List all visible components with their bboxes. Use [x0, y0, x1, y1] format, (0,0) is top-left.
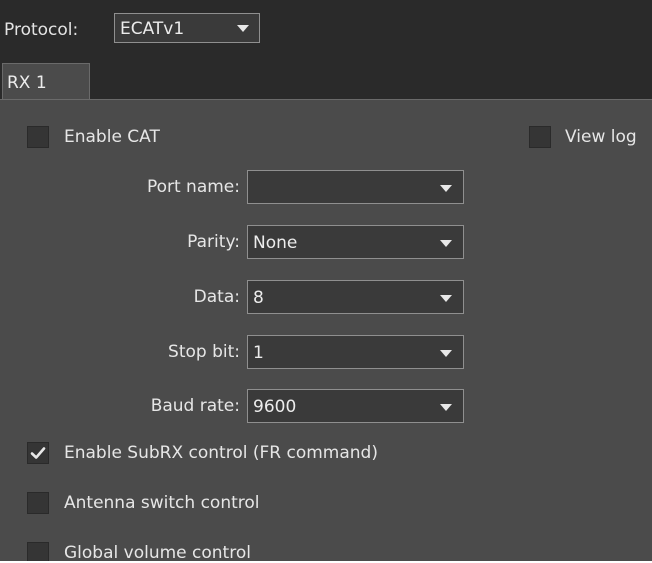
- stop-bit-label: Stop bit:: [168, 342, 240, 362]
- protocol-label: Protocol:: [4, 20, 79, 40]
- tab-rx1-label: RX 1: [7, 73, 47, 93]
- chevron-down-icon: [440, 350, 452, 357]
- chevron-down-icon: [440, 185, 452, 192]
- stop-bit-value: 1: [253, 343, 264, 363]
- tab-strip: [0, 56, 652, 100]
- parity-select[interactable]: None: [247, 225, 464, 259]
- baud-rate-select[interactable]: 9600: [247, 389, 464, 423]
- port-name-select[interactable]: [247, 170, 464, 204]
- baud-rate-label: Baud rate:: [150, 396, 240, 416]
- antenna-switch-checkbox[interactable]: [27, 492, 49, 514]
- port-name-label: Port name:: [146, 177, 240, 197]
- subrx-control-checkbox[interactable]: [27, 442, 49, 464]
- protocol-select[interactable]: ECATv1: [114, 13, 260, 43]
- protocol-value: ECATv1: [120, 19, 185, 39]
- subrx-control-label: Enable SubRX control (FR command): [64, 443, 378, 463]
- view-log-checkbox[interactable]: [529, 126, 551, 148]
- chevron-down-icon: [237, 25, 249, 32]
- parity-label: Parity:: [187, 232, 240, 252]
- data-label: Data:: [193, 287, 240, 307]
- enable-cat-label: Enable CAT: [64, 127, 160, 147]
- enable-cat-checkbox[interactable]: [27, 126, 49, 148]
- cat-settings-window: Protocol: ECATv1 RX 1 Enable CAT View lo…: [0, 0, 652, 563]
- antenna-switch-label: Antenna switch control: [64, 493, 260, 513]
- global-volume-checkbox[interactable]: [27, 542, 49, 563]
- protocol-bar: Protocol: ECATv1: [0, 0, 652, 56]
- stop-bit-select[interactable]: 1: [247, 335, 464, 369]
- tab-rx1[interactable]: RX 1: [2, 63, 90, 100]
- view-log-label: View log: [565, 127, 637, 147]
- chevron-down-icon: [440, 404, 452, 411]
- chevron-down-icon: [440, 240, 452, 247]
- chevron-down-icon: [440, 295, 452, 302]
- checkmark-icon: [30, 447, 46, 459]
- data-select[interactable]: 8: [247, 280, 464, 314]
- baud-rate-value: 9600: [253, 397, 297, 417]
- parity-value: None: [253, 233, 298, 253]
- data-value: 8: [253, 288, 264, 308]
- global-volume-label: Global volume control: [64, 543, 251, 563]
